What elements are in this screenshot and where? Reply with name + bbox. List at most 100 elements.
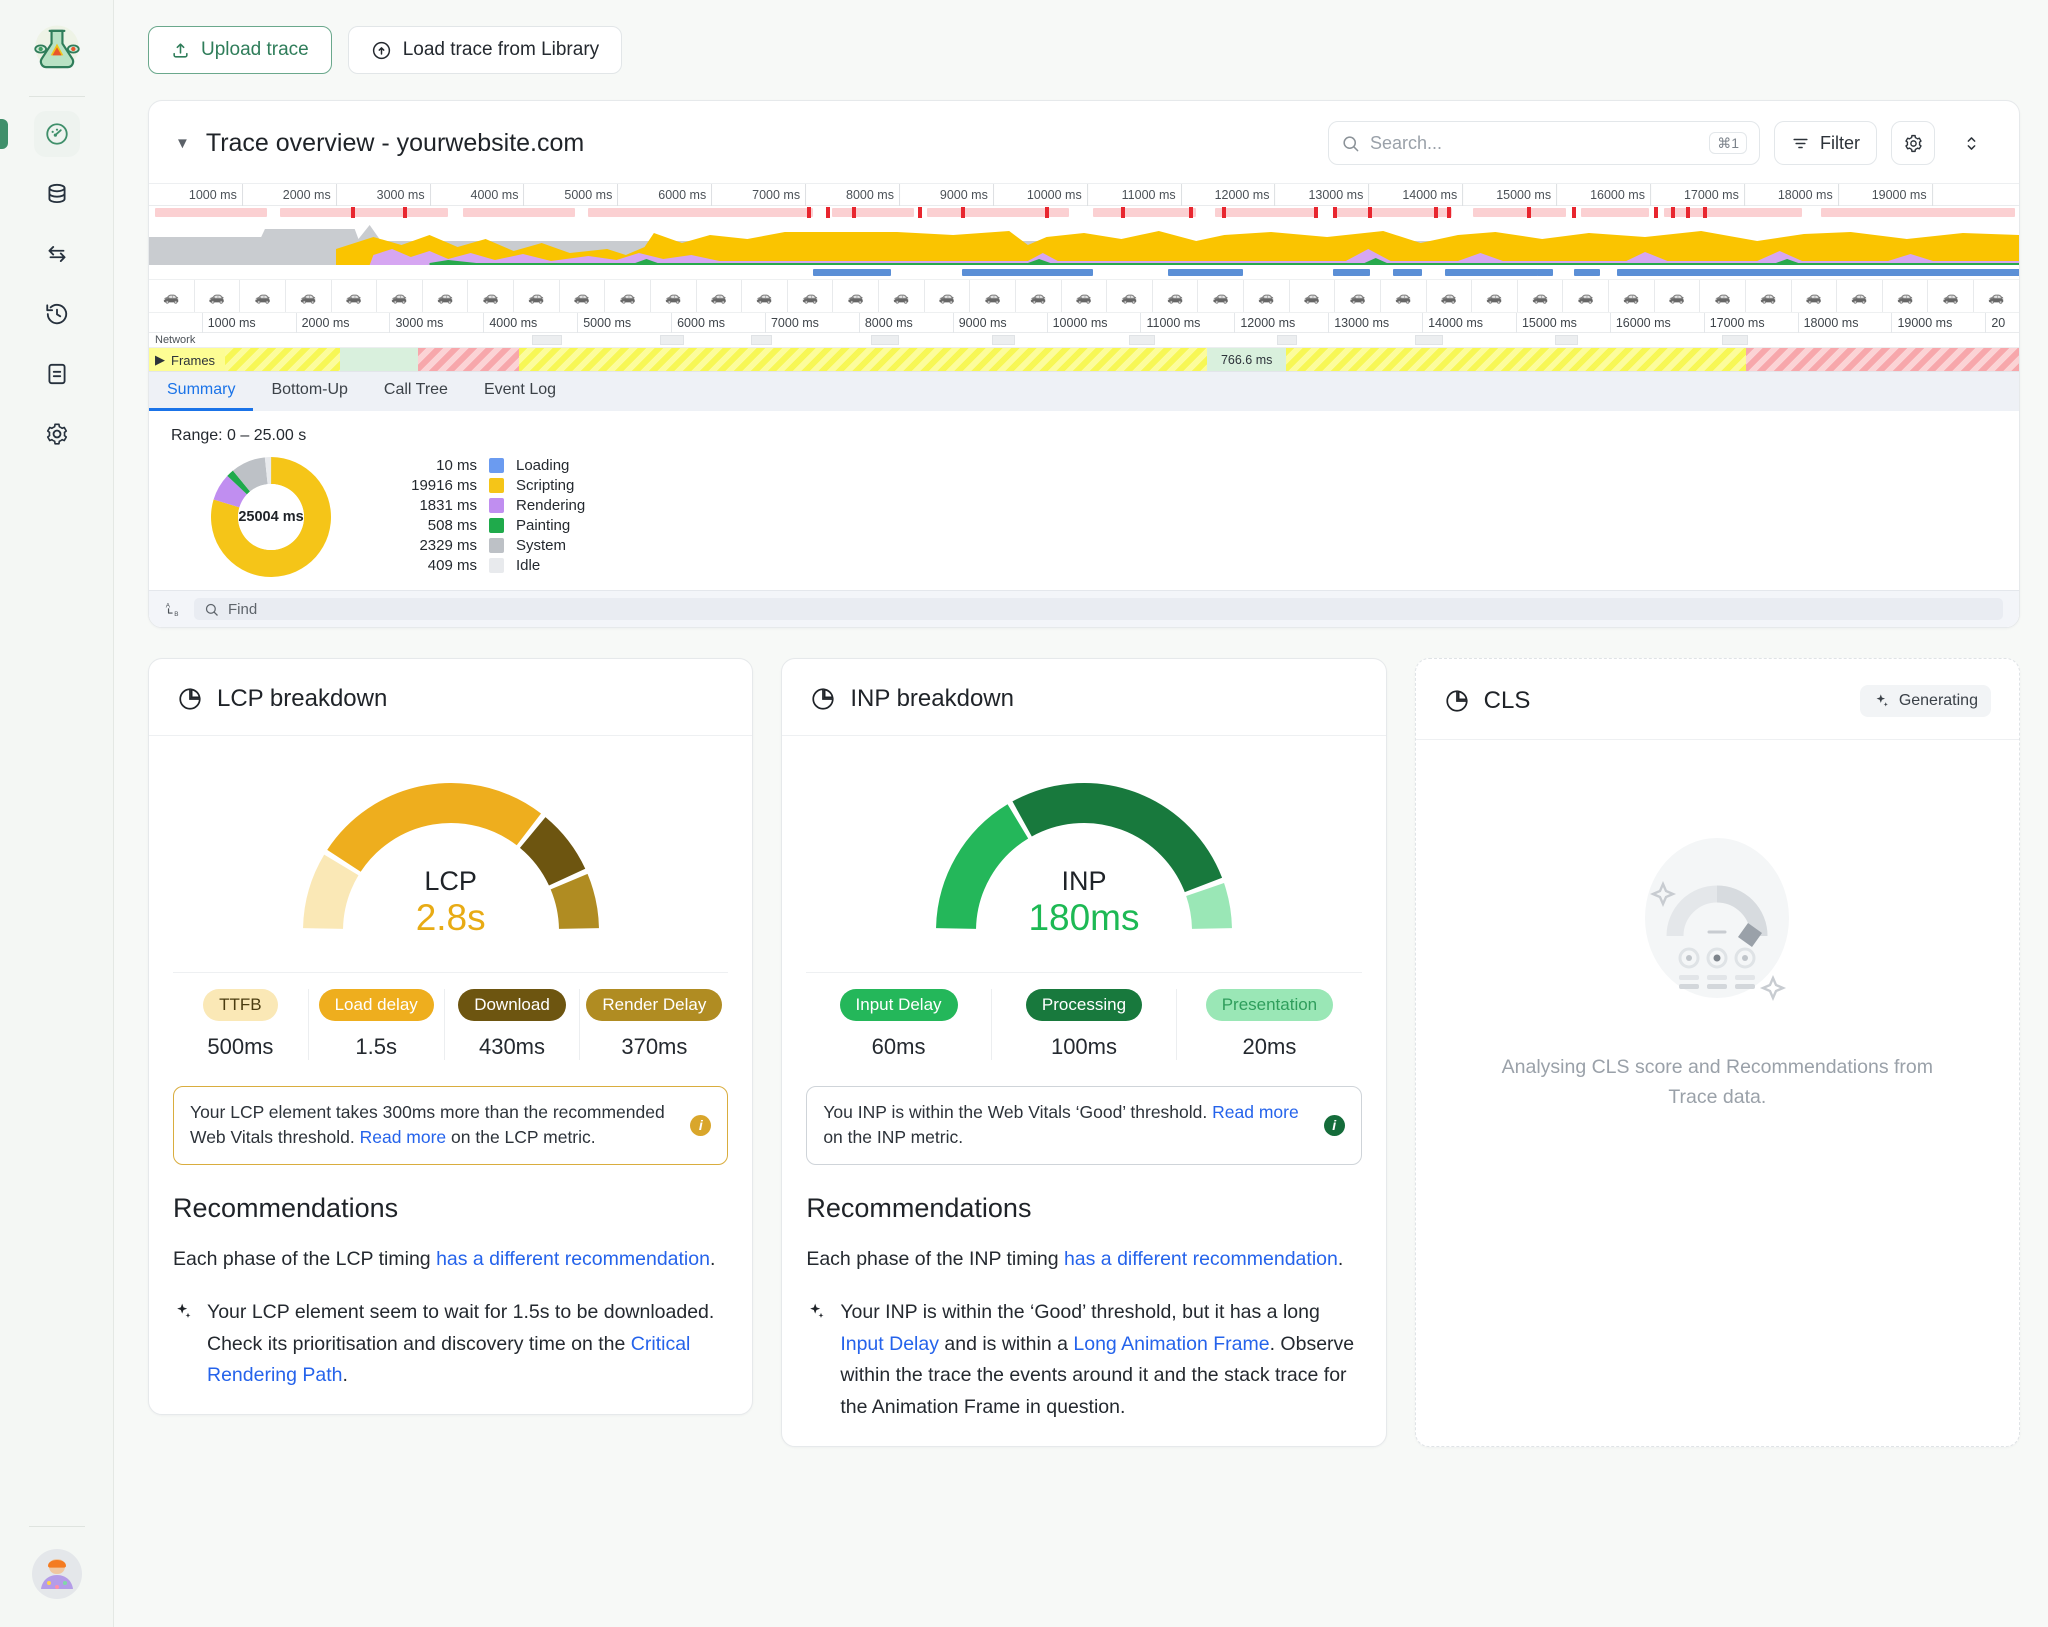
filmstrip-frame[interactable]: 🚗 <box>514 280 560 312</box>
filmstrip-frame[interactable]: 🚗 <box>1289 280 1336 312</box>
sidebar-item-data[interactable] <box>34 171 80 217</box>
sidebar-item-settings[interactable] <box>34 411 80 457</box>
filter-button[interactable]: Filter <box>1774 121 1877 165</box>
tab-call-tree[interactable]: Call Tree <box>366 372 466 411</box>
filmstrip-frame[interactable]: 🚗 <box>194 280 241 312</box>
filmstrip-frame[interactable]: 🚗 <box>240 280 286 312</box>
filmstrip-frame[interactable]: 🚗 <box>1380 280 1427 312</box>
filmstrip-frame[interactable]: 🚗 <box>787 280 834 312</box>
network-block[interactable] <box>1276 335 1298 345</box>
lcp-recommendation-lead: Each phase of the LCP timing has a diffe… <box>173 1244 728 1276</box>
sidebar-item-history[interactable] <box>34 291 80 337</box>
timeline-ruler-bottom: 1000 ms 2000 ms 3000 ms 4000 ms 5000 ms 6000 … <box>149 313 2019 333</box>
filmstrip-frame[interactable]: 🚗 <box>1061 280 1108 312</box>
phase-chip-download[interactable]: Download <box>458 989 566 1021</box>
find-bar[interactable]: A B Find <box>149 590 2019 627</box>
filmstrip-frame[interactable]: 🚗 <box>1198 280 1244 312</box>
frame-duration-label[interactable]: 766.6 ms <box>1207 348 1286 371</box>
sidebar-item-performance[interactable] <box>0 111 80 157</box>
filmstrip-frame[interactable]: 🚗 <box>149 280 195 312</box>
phase-chip-input-delay[interactable]: Input Delay <box>839 989 958 1021</box>
caret-down-icon[interactable]: ▼ <box>175 136 190 151</box>
flask-logo[interactable] <box>26 18 88 80</box>
network-block[interactable] <box>870 335 899 345</box>
frame-segment[interactable] <box>418 348 520 371</box>
network-block[interactable] <box>751 335 772 345</box>
phase-chip-render-delay[interactable]: Render Delay <box>586 989 723 1021</box>
sidebar-item-reports[interactable] <box>34 351 80 397</box>
inp-note-link[interactable]: Read more <box>1212 1102 1299 1122</box>
timeline[interactable]: 1000 ms 2000 ms 3000 ms 4000 ms 5000 ms 6000 … <box>149 183 2019 371</box>
filmstrip-frame[interactable]: 🚗 <box>1472 280 1518 312</box>
network-block[interactable] <box>1128 335 1156 345</box>
filmstrip-frame[interactable]: 🚗 <box>1745 280 1792 312</box>
filmstrip-frame[interactable]: 🚗 <box>1882 280 1929 312</box>
trace-settings-button[interactable] <box>1891 121 1935 165</box>
load-trace-from-library-button[interactable]: Load trace from Library <box>347 26 623 74</box>
network-block[interactable] <box>532 335 563 345</box>
filmstrip-frame[interactable]: 🚗 <box>833 280 879 312</box>
filmstrip-frame[interactable]: 🚗 <box>970 280 1016 312</box>
filmstrip-frame[interactable]: 🚗 <box>696 280 743 312</box>
filmstrip-frame[interactable]: 🚗 <box>1244 280 1290 312</box>
frame-segment[interactable] <box>1745 348 2019 371</box>
filmstrip-frame[interactable]: 🚗 <box>650 280 697 312</box>
filmstrip-frame[interactable]: 🚗 <box>1837 280 1883 312</box>
filmstrip-frame[interactable]: 🚗 <box>559 280 606 312</box>
lcp-rec-lead-link[interactable]: has a different recommendation <box>436 1248 710 1270</box>
filmstrip-frame[interactable]: 🚗 <box>742 280 788 312</box>
filmstrip-frame[interactable]: 🚗 <box>1517 280 1564 312</box>
avatar[interactable] <box>31 1549 82 1599</box>
find-input[interactable]: Find <box>194 598 2003 620</box>
phase-chip-processing[interactable]: Processing <box>1025 989 1143 1021</box>
inp-rec-item-link-2[interactable]: Long Animation Frame <box>1073 1333 1269 1355</box>
filmstrip-frame[interactable]: 🚗 <box>1609 280 1655 312</box>
legend-row: 10 ms Loading <box>373 457 585 474</box>
search-input[interactable] <box>1370 132 1700 154</box>
upload-trace-button[interactable]: Upload trace <box>148 26 332 74</box>
tab-summary[interactable]: Summary <box>149 372 254 411</box>
frames-track[interactable]: ▶ Frames 766.6 ms <box>149 347 2019 371</box>
phase-chip-load-delay[interactable]: Load delay <box>318 989 434 1021</box>
phase-chip-ttfb[interactable]: TTFB <box>203 989 278 1021</box>
filmstrip-frame[interactable]: 🚗 <box>285 280 332 312</box>
network-block[interactable] <box>1414 335 1444 345</box>
filmstrip-frame[interactable]: 🚗 <box>1107 280 1153 312</box>
frames-track-label[interactable]: ▶ Frames <box>149 348 226 371</box>
filmstrip-frame[interactable]: 🚗 <box>1426 280 1473 312</box>
frame-segment[interactable] <box>1285 348 1746 371</box>
frame-segment[interactable] <box>339 348 419 371</box>
filmstrip-frame[interactable]: 🚗 <box>879 280 925 312</box>
inp-rec-item-link-1[interactable]: Input Delay <box>840 1333 939 1355</box>
filmstrip-frame[interactable]: 🚗 <box>468 280 514 312</box>
filmstrip-frame[interactable]: 🚗 <box>605 280 651 312</box>
filmstrip-frame[interactable]: 🚗 <box>1015 280 1062 312</box>
search-box[interactable]: ⌘1 <box>1328 121 1760 165</box>
network-block[interactable] <box>1555 335 1578 345</box>
filmstrip[interactable]: 🚗 🚗 🚗 🚗 🚗 🚗 🚗 🚗 🚗 🚗 🚗 🚗 🚗 🚗 🚗 🚗 🚗 🚗 🚗 🚗 🚗 🚗 🚗 🚗 🚗 🚗 🚗 🚗 🚗 🚗 🚗 🚗 🚗 🚗 🚗 🚗 🚗 🚗 🚗 🚗… <box>149 279 2019 313</box>
frame-segment[interactable] <box>519 348 1208 371</box>
network-block[interactable] <box>1721 335 1748 345</box>
expand-collapse-button[interactable] <box>1949 121 1993 165</box>
network-block[interactable] <box>659 335 684 345</box>
filmstrip-frame[interactable]: 🚗 <box>1928 280 1974 312</box>
sidebar-item-compare[interactable] <box>34 231 80 277</box>
filmstrip-frame[interactable]: 🚗 <box>1700 280 1746 312</box>
filmstrip-frame[interactable]: 🚗 <box>331 280 378 312</box>
lcp-note-link[interactable]: Read more <box>360 1127 447 1147</box>
filmstrip-frame[interactable]: 🚗 <box>1654 280 1701 312</box>
phase-chip-presentation[interactable]: Presentation <box>1205 989 1334 1021</box>
inp-rec-lead-link[interactable]: has a different recommendation <box>1064 1248 1338 1270</box>
filmstrip-frame[interactable]: 🚗 <box>1152 280 1199 312</box>
filmstrip-frame[interactable]: 🚗 <box>377 280 423 312</box>
tab-bottom-up[interactable]: Bottom-Up <box>253 372 365 411</box>
filmstrip-frame[interactable]: 🚗 <box>1974 280 2019 312</box>
network-block[interactable] <box>992 335 1015 345</box>
filmstrip-frame[interactable]: 🚗 <box>1563 280 1609 312</box>
filmstrip-frame[interactable]: 🚗 <box>422 280 469 312</box>
network-track[interactable]: Network <box>149 333 2019 347</box>
filmstrip-frame[interactable]: 🚗 <box>1335 280 1381 312</box>
filmstrip-frame[interactable]: 🚗 <box>1791 280 1838 312</box>
filmstrip-frame[interactable]: 🚗 <box>924 280 971 312</box>
tab-event-log[interactable]: Event Log <box>466 372 574 411</box>
